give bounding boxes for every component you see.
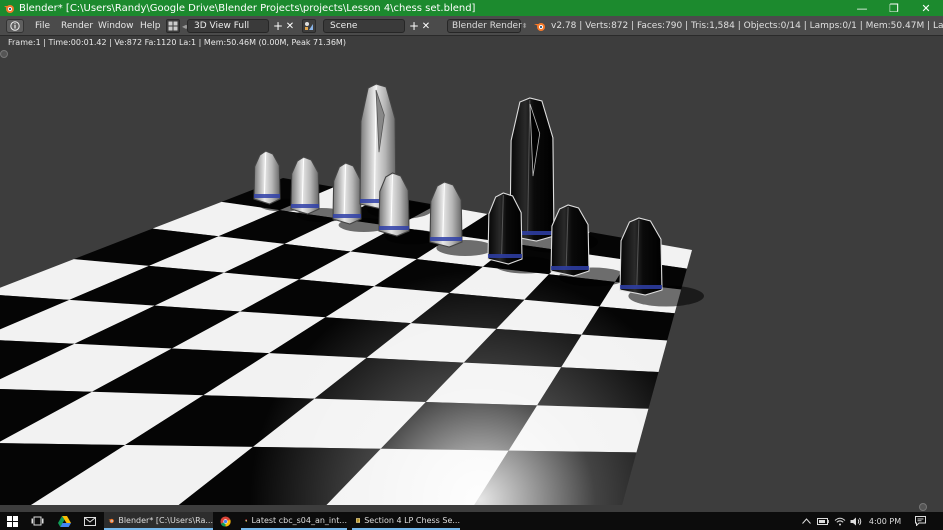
- black-piece: [619, 217, 663, 296]
- info-header: File Render Window Help ◂▸ 3D View Full …: [0, 16, 943, 36]
- taskbar-app-document[interactable]: Section 4 LP Chess Se...: [352, 512, 460, 530]
- scene-icon[interactable]: [302, 19, 316, 33]
- piece-base-band: [254, 194, 280, 198]
- taskbar-clock[interactable]: 4:00 PM: [866, 512, 904, 530]
- dropdown-arrow-icon: ⬍: [521, 22, 528, 30]
- scene-field[interactable]: Scene: [323, 19, 405, 33]
- editor-type-button[interactable]: [6, 19, 24, 33]
- task-view-icon: [31, 516, 43, 526]
- menu-window[interactable]: Window: [98, 16, 134, 36]
- viewport-scene[interactable]: [0, 36, 943, 512]
- add-screen-button[interactable]: +: [272, 18, 284, 34]
- chrome-icon: [245, 518, 248, 522]
- network-tray-button[interactable]: [833, 512, 847, 530]
- render-engine-label: Blender Render: [452, 21, 522, 31]
- white-piece: [378, 172, 410, 237]
- document-icon: [356, 517, 361, 523]
- taskbar-app-label: Latest cbc_s04_an_int...: [251, 515, 347, 525]
- white-piece: [332, 162, 362, 225]
- blender-logo-icon: [4, 5, 14, 13]
- wifi-icon: [834, 517, 846, 525]
- delete-screen-button[interactable]: ✕: [284, 18, 296, 34]
- window-title: Blender* [C:\Users\Randy\Google Drive\Bl…: [19, 2, 476, 14]
- piece-body: [550, 204, 590, 277]
- taskbar-app-chrome-window[interactable]: Latest cbc_s04_an_int...: [241, 512, 347, 530]
- white-piece: [429, 181, 463, 248]
- windows-taskbar: Blender* [C:\Users\Ra... Latest cbc_s04_…: [0, 512, 943, 530]
- menu-help[interactable]: Help: [140, 16, 161, 36]
- white-piece: [290, 156, 320, 215]
- menu-file[interactable]: File: [35, 16, 50, 36]
- show-hidden-icons-button[interactable]: [800, 512, 812, 530]
- mail-icon: [84, 516, 96, 526]
- piece-body: [487, 192, 523, 265]
- area-split-corner-tl[interactable]: [0, 50, 8, 58]
- screen-layout-field[interactable]: 3D View Full: [187, 19, 269, 33]
- action-center-button[interactable]: [912, 512, 928, 530]
- speaker-icon: [850, 517, 862, 525]
- taskbar-app-chrome[interactable]: [216, 512, 238, 530]
- black-piece: [487, 192, 523, 265]
- blender-icon: [108, 518, 114, 523]
- taskbar-app-label: Section 4 LP Chess Se...: [364, 515, 460, 525]
- piece-base-band: [379, 226, 409, 230]
- info-icon: [10, 21, 20, 31]
- google-drive-taskbar-button[interactable]: [55, 512, 73, 530]
- black-piece: [550, 204, 590, 277]
- window-titlebar: Blender* [C:\Users\Randy\Google Drive\Bl…: [0, 0, 943, 16]
- piece-base-band: [430, 237, 462, 241]
- chevron-up-icon: [801, 518, 811, 524]
- maximize-button[interactable]: ❐: [878, 0, 910, 16]
- start-button[interactable]: [4, 512, 20, 530]
- piece-base-band: [620, 285, 662, 289]
- minimize-button[interactable]: —: [846, 0, 878, 16]
- piece-base-band: [551, 266, 589, 270]
- task-view-button[interactable]: [28, 512, 46, 530]
- mail-taskbar-button[interactable]: [81, 512, 99, 530]
- render-engine-select[interactable]: Blender Render ⬍: [447, 19, 528, 33]
- 3d-viewport[interactable]: Frame:1 | Time:00:01.42 | Ve:872 Fa:1120…: [0, 36, 943, 512]
- piece-base-band: [488, 254, 522, 258]
- windows-logo-icon: [6, 515, 18, 527]
- blender-logo-icon: [534, 23, 545, 31]
- delete-scene-button[interactable]: ✕: [420, 18, 432, 34]
- area-split-corner-br[interactable]: [919, 503, 927, 511]
- piece-base-band: [333, 214, 361, 218]
- taskbar-app-label: Blender* [C:\Users\Ra...: [118, 515, 213, 525]
- google-drive-icon: [57, 515, 71, 527]
- viewport-frame-info: Frame:1 | Time:00:01.42 | Ve:872 Fa:1120…: [8, 38, 346, 47]
- menu-render[interactable]: Render: [61, 16, 93, 36]
- white-piece: [253, 150, 281, 205]
- battery-icon: [817, 517, 829, 525]
- taskbar-app-blender[interactable]: Blender* [C:\Users\Ra...: [104, 512, 213, 530]
- notification-icon: [914, 516, 926, 526]
- volume-tray-button[interactable]: [849, 512, 863, 530]
- piece-base-band: [291, 204, 319, 208]
- add-scene-button[interactable]: +: [408, 18, 420, 34]
- scene-stats: v2.78 | Verts:872 | Faces:790 | Tris:1,5…: [551, 21, 943, 31]
- screen-layout-icon[interactable]: [166, 19, 180, 33]
- piece-body: [619, 217, 663, 296]
- battery-tray-button[interactable]: [816, 512, 830, 530]
- chrome-icon: [220, 515, 231, 527]
- close-window-button[interactable]: ✕: [910, 0, 942, 16]
